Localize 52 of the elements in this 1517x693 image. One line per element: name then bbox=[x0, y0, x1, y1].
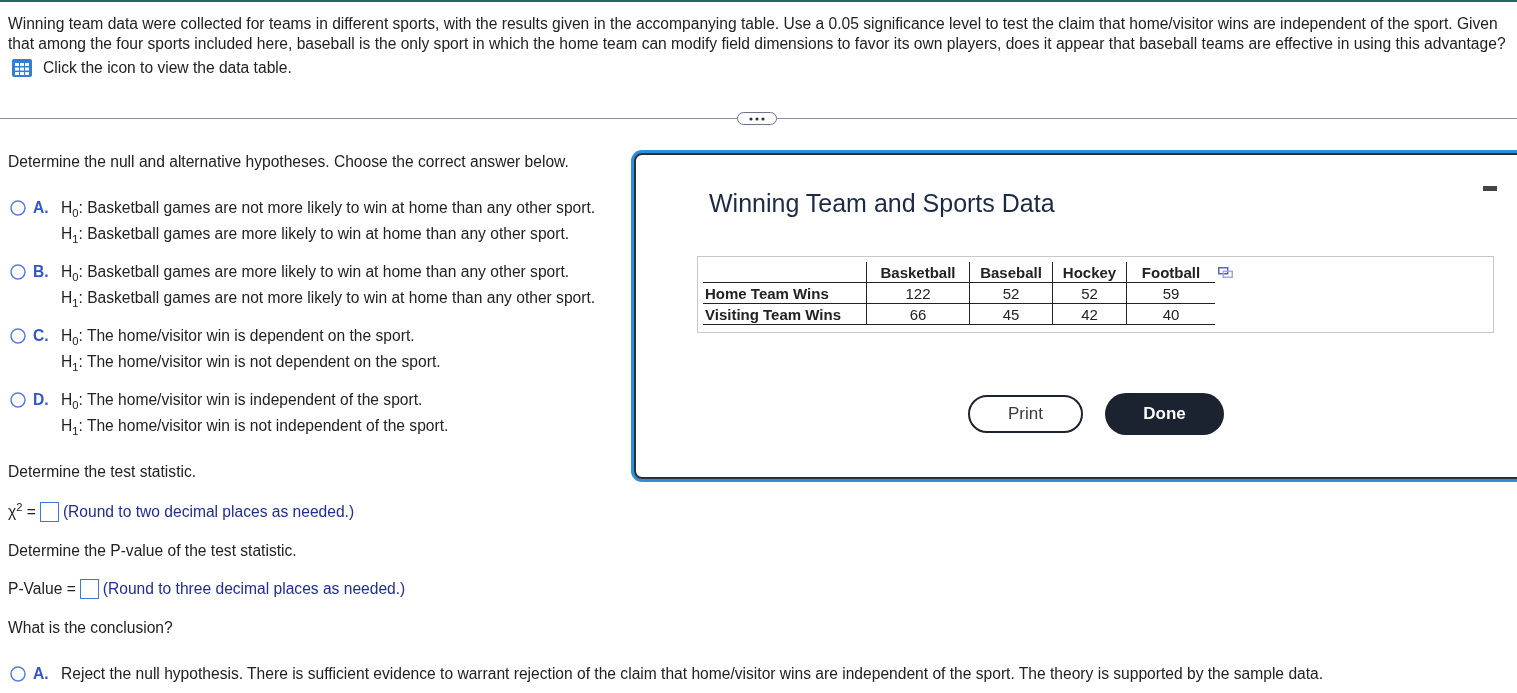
question-text: Winning team data were collected for teams in different sports, with the results given in the accompanying table. Use a 0.05 significance level to test the claim that home/visitor wins are independent of the sport. Given that among the four sports included here, baseball is the only sport in which the home team can modify field dimensions to favor its own players, does it appear that baseball teams are effective in using this advantage? bbox=[8, 14, 1507, 54]
radio-button[interactable] bbox=[10, 328, 26, 344]
question-prompt: Determine the test statistic. bbox=[8, 462, 198, 482]
hypothesis-line: H$_{0}$: Basketball games are more likely to win at home than any other sport. bbox=[61, 262, 571, 285]
option-letter: A. bbox=[33, 198, 50, 218]
table-cell: 45 bbox=[969, 303, 1053, 325]
conclusion-text: Reject the null hypothesis. There is sufficient evidence to warrant rejection of the claim that home/visitor wins are independent of the sport. The theory is supported by the sample data. bbox=[61, 664, 1324, 684]
table-cell: 40 bbox=[1126, 303, 1215, 325]
question-prompt: Determine the P-value of the test statistic. bbox=[8, 541, 298, 561]
hypothesis-line: H$_{1}$: The home/visitor win is not independent of the sport. bbox=[61, 416, 449, 439]
table-cell: 52 bbox=[969, 282, 1053, 304]
question-prompt: Determine the null and alternative hypotheses. Choose the correct answer below. bbox=[8, 152, 570, 172]
done-button[interactable]: Done bbox=[1105, 393, 1224, 435]
question-prompt: What is the conclusion? bbox=[8, 618, 174, 638]
radio-button[interactable] bbox=[10, 200, 26, 216]
chi-square-label: χ$^{2}$ = bbox=[8, 503, 36, 521]
table-cell: 122 bbox=[866, 282, 970, 304]
row-header: Visiting Team Wins bbox=[703, 303, 867, 325]
hypothesis-line: H$_{1}$: The home/visitor win is not dependent on the sport. bbox=[61, 352, 441, 375]
dialog-title: Winning Team and Sports Data bbox=[709, 188, 1056, 218]
hypothesis-line: H$_{0}$: The home/visitor win is independent of the sport. bbox=[61, 390, 424, 413]
hypothesis-line: H$_{1}$: Basketball games are not more likely to win at home than any other sport. bbox=[61, 288, 596, 311]
popout-icon[interactable] bbox=[1218, 267, 1233, 278]
expand-button[interactable] bbox=[737, 112, 777, 125]
option-letter: D. bbox=[33, 390, 50, 410]
option-letter: C. bbox=[33, 326, 50, 346]
row-header: Home Team Wins bbox=[703, 282, 867, 304]
table-cell: 66 bbox=[866, 303, 970, 325]
table-cell: 59 bbox=[1126, 282, 1215, 304]
radio-button[interactable] bbox=[10, 264, 26, 280]
column-header: Football bbox=[1126, 262, 1215, 283]
table-grid-icon[interactable] bbox=[12, 59, 32, 77]
column-header: Hockey bbox=[1052, 262, 1127, 283]
option-letter: B. bbox=[33, 262, 50, 282]
answer-box[interactable] bbox=[39, 502, 59, 522]
rounding-hint: (Round to two decimal places as needed.) bbox=[62, 503, 355, 521]
hypothesis-line: H$_{0}$: The home/visitor win is dependent on the sport. bbox=[61, 326, 416, 349]
instruction-text: Click the icon to view the data table. bbox=[43, 58, 292, 78]
answer-box[interactable] bbox=[79, 579, 99, 599]
hypothesis-line: H$_{1}$: Basketball games are more likely to win at home than any other sport. bbox=[61, 224, 571, 247]
p-value-label: P-Value = bbox=[8, 580, 76, 598]
ellipsis-icon bbox=[749, 116, 765, 121]
column-header: Basketball bbox=[866, 262, 970, 283]
column-header: Baseball bbox=[969, 262, 1053, 283]
radio-button[interactable] bbox=[10, 392, 26, 408]
table-cell: 52 bbox=[1052, 282, 1127, 304]
print-button[interactable]: Print bbox=[968, 395, 1083, 433]
hypothesis-line: H$_{0}$: Basketball games are not more likely to win at home than any other sport. bbox=[61, 198, 596, 221]
radio-button[interactable] bbox=[10, 666, 26, 682]
option-letter: A. bbox=[33, 664, 50, 684]
rounding-hint: (Round to three decimal places as needed.) bbox=[102, 580, 406, 598]
table-cell: 42 bbox=[1052, 303, 1127, 325]
